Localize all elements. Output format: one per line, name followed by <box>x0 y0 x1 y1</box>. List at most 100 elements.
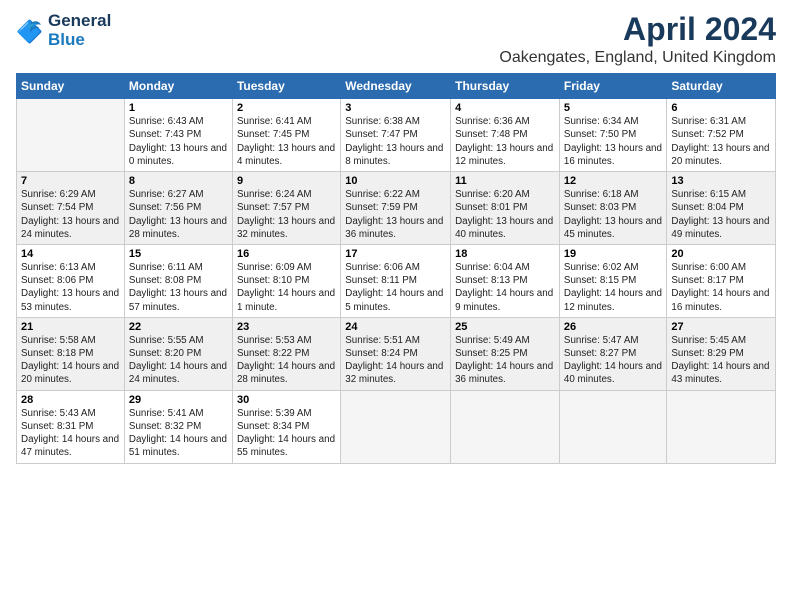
table-row: 25 Sunrise: 5:49 AMSunset: 8:25 PMDaylig… <box>451 317 560 390</box>
header-wednesday: Wednesday <box>341 74 451 99</box>
day-info: Sunrise: 5:53 AMSunset: 8:22 PMDaylight:… <box>237 334 336 387</box>
logo: 🔷 General Blue <box>16 12 111 49</box>
day-number: 10 <box>345 175 446 187</box>
header-tuesday: Tuesday <box>232 74 340 99</box>
day-number: 1 <box>129 102 228 114</box>
table-row: 22 Sunrise: 5:55 AMSunset: 8:20 PMDaylig… <box>124 317 232 390</box>
day-info: Sunrise: 6:27 AMSunset: 7:56 PMDaylight:… <box>129 188 228 241</box>
day-info: Sunrise: 6:20 AMSunset: 8:01 PMDaylight:… <box>455 188 555 241</box>
calendar-week-row: 21 Sunrise: 5:58 AMSunset: 8:18 PMDaylig… <box>17 317 776 390</box>
day-number: 9 <box>237 175 336 187</box>
table-row: 10 Sunrise: 6:22 AMSunset: 7:59 PMDaylig… <box>341 172 451 245</box>
day-info: Sunrise: 5:45 AMSunset: 8:29 PMDaylight:… <box>671 334 771 387</box>
day-number: 4 <box>455 102 555 114</box>
day-number: 3 <box>345 102 446 114</box>
day-number: 24 <box>345 321 446 333</box>
location-subtitle: Oakengates, England, United Kingdom <box>499 49 776 67</box>
day-info: Sunrise: 5:47 AMSunset: 8:27 PMDaylight:… <box>564 334 662 387</box>
day-number: 2 <box>237 102 336 114</box>
day-number: 16 <box>237 248 336 260</box>
calendar-week-row: 14 Sunrise: 6:13 AMSunset: 8:06 PMDaylig… <box>17 244 776 317</box>
table-row: 26 Sunrise: 5:47 AMSunset: 8:27 PMDaylig… <box>559 317 666 390</box>
table-row <box>667 390 776 463</box>
table-row <box>17 99 125 172</box>
header-saturday: Saturday <box>667 74 776 99</box>
day-info: Sunrise: 5:55 AMSunset: 8:20 PMDaylight:… <box>129 334 228 387</box>
table-row: 28 Sunrise: 5:43 AMSunset: 8:31 PMDaylig… <box>17 390 125 463</box>
day-number: 5 <box>564 102 662 114</box>
day-info: Sunrise: 6:31 AMSunset: 7:52 PMDaylight:… <box>671 115 771 168</box>
day-number: 15 <box>129 248 228 260</box>
day-info: Sunrise: 5:39 AMSunset: 8:34 PMDaylight:… <box>237 407 336 460</box>
day-info: Sunrise: 6:04 AMSunset: 8:13 PMDaylight:… <box>455 261 555 314</box>
calendar-week-row: 7 Sunrise: 6:29 AMSunset: 7:54 PMDayligh… <box>17 172 776 245</box>
logo-icon: 🔷 <box>16 17 44 45</box>
page-container: 🔷 General Blue April 2024 Oakengates, En… <box>0 0 792 476</box>
day-info: Sunrise: 6:02 AMSunset: 8:15 PMDaylight:… <box>564 261 662 314</box>
table-row: 29 Sunrise: 5:41 AMSunset: 8:32 PMDaylig… <box>124 390 232 463</box>
header-monday: Monday <box>124 74 232 99</box>
table-row: 4 Sunrise: 6:36 AMSunset: 7:48 PMDayligh… <box>451 99 560 172</box>
table-row: 24 Sunrise: 5:51 AMSunset: 8:24 PMDaylig… <box>341 317 451 390</box>
day-info: Sunrise: 6:43 AMSunset: 7:43 PMDaylight:… <box>129 115 228 168</box>
table-row: 30 Sunrise: 5:39 AMSunset: 8:34 PMDaylig… <box>232 390 340 463</box>
day-number: 12 <box>564 175 662 187</box>
day-info: Sunrise: 6:24 AMSunset: 7:57 PMDaylight:… <box>237 188 336 241</box>
day-number: 19 <box>564 248 662 260</box>
header-sunday: Sunday <box>17 74 125 99</box>
day-number: 25 <box>455 321 555 333</box>
day-number: 18 <box>455 248 555 260</box>
table-row: 1 Sunrise: 6:43 AMSunset: 7:43 PMDayligh… <box>124 99 232 172</box>
day-info: Sunrise: 6:13 AMSunset: 8:06 PMDaylight:… <box>21 261 120 314</box>
day-info: Sunrise: 5:58 AMSunset: 8:18 PMDaylight:… <box>21 334 120 387</box>
header-thursday: Thursday <box>451 74 560 99</box>
table-row: 15 Sunrise: 6:11 AMSunset: 8:08 PMDaylig… <box>124 244 232 317</box>
table-row <box>341 390 451 463</box>
table-row: 5 Sunrise: 6:34 AMSunset: 7:50 PMDayligh… <box>559 99 666 172</box>
day-info: Sunrise: 6:11 AMSunset: 8:08 PMDaylight:… <box>129 261 228 314</box>
day-number: 20 <box>671 248 771 260</box>
table-row: 11 Sunrise: 6:20 AMSunset: 8:01 PMDaylig… <box>451 172 560 245</box>
day-info: Sunrise: 6:15 AMSunset: 8:04 PMDaylight:… <box>671 188 771 241</box>
calendar-week-row: 1 Sunrise: 6:43 AMSunset: 7:43 PMDayligh… <box>17 99 776 172</box>
table-row: 7 Sunrise: 6:29 AMSunset: 7:54 PMDayligh… <box>17 172 125 245</box>
table-row: 19 Sunrise: 6:02 AMSunset: 8:15 PMDaylig… <box>559 244 666 317</box>
day-info: Sunrise: 6:06 AMSunset: 8:11 PMDaylight:… <box>345 261 446 314</box>
day-info: Sunrise: 5:51 AMSunset: 8:24 PMDaylight:… <box>345 334 446 387</box>
header-friday: Friday <box>559 74 666 99</box>
day-number: 29 <box>129 394 228 406</box>
table-row: 16 Sunrise: 6:09 AMSunset: 8:10 PMDaylig… <box>232 244 340 317</box>
day-number: 6 <box>671 102 771 114</box>
day-number: 11 <box>455 175 555 187</box>
table-row: 8 Sunrise: 6:27 AMSunset: 7:56 PMDayligh… <box>124 172 232 245</box>
table-row: 20 Sunrise: 6:00 AMSunset: 8:17 PMDaylig… <box>667 244 776 317</box>
day-info: Sunrise: 6:22 AMSunset: 7:59 PMDaylight:… <box>345 188 446 241</box>
main-title: April 2024 <box>499 12 776 47</box>
table-row: 9 Sunrise: 6:24 AMSunset: 7:57 PMDayligh… <box>232 172 340 245</box>
table-row: 23 Sunrise: 5:53 AMSunset: 8:22 PMDaylig… <box>232 317 340 390</box>
day-number: 13 <box>671 175 771 187</box>
table-row: 13 Sunrise: 6:15 AMSunset: 8:04 PMDaylig… <box>667 172 776 245</box>
day-number: 30 <box>237 394 336 406</box>
table-row: 14 Sunrise: 6:13 AMSunset: 8:06 PMDaylig… <box>17 244 125 317</box>
day-number: 17 <box>345 248 446 260</box>
table-row: 12 Sunrise: 6:18 AMSunset: 8:03 PMDaylig… <box>559 172 666 245</box>
table-row: 2 Sunrise: 6:41 AMSunset: 7:45 PMDayligh… <box>232 99 340 172</box>
day-number: 26 <box>564 321 662 333</box>
day-number: 8 <box>129 175 228 187</box>
day-number: 7 <box>21 175 120 187</box>
table-row: 3 Sunrise: 6:38 AMSunset: 7:47 PMDayligh… <box>341 99 451 172</box>
day-number: 14 <box>21 248 120 260</box>
logo-line2: Blue <box>48 31 111 50</box>
day-info: Sunrise: 6:34 AMSunset: 7:50 PMDaylight:… <box>564 115 662 168</box>
day-info: Sunrise: 6:09 AMSunset: 8:10 PMDaylight:… <box>237 261 336 314</box>
table-row: 6 Sunrise: 6:31 AMSunset: 7:52 PMDayligh… <box>667 99 776 172</box>
day-info: Sunrise: 6:00 AMSunset: 8:17 PMDaylight:… <box>671 261 771 314</box>
day-number: 21 <box>21 321 120 333</box>
table-row: 18 Sunrise: 6:04 AMSunset: 8:13 PMDaylig… <box>451 244 560 317</box>
title-block: April 2024 Oakengates, England, United K… <box>499 12 776 67</box>
day-info: Sunrise: 6:41 AMSunset: 7:45 PMDaylight:… <box>237 115 336 168</box>
day-info: Sunrise: 6:36 AMSunset: 7:48 PMDaylight:… <box>455 115 555 168</box>
table-row: 17 Sunrise: 6:06 AMSunset: 8:11 PMDaylig… <box>341 244 451 317</box>
table-row <box>451 390 560 463</box>
